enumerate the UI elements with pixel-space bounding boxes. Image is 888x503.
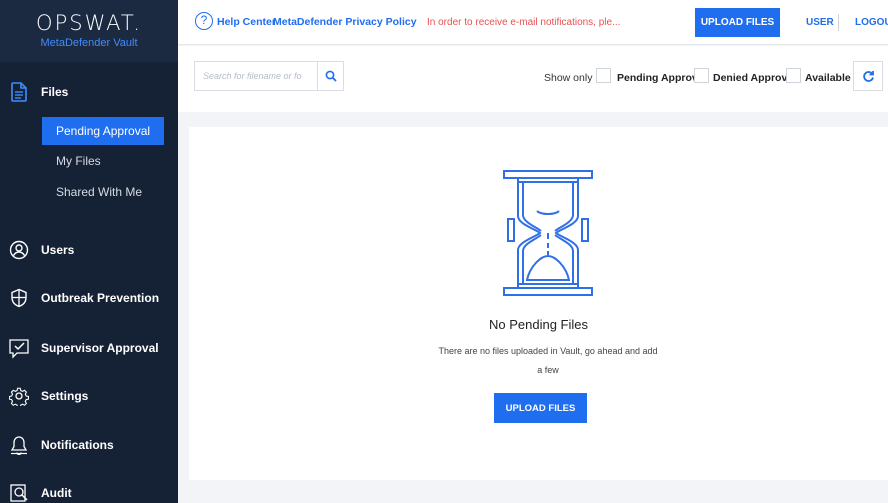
show-only-label: Show only <box>544 72 593 84</box>
help-center-link[interactable]: Help Center <box>217 16 276 28</box>
sidebar-item-label: Outbreak Prevention <box>41 291 160 305</box>
user-link[interactable]: USER <box>806 17 834 28</box>
empty-state-panel: No Pending Files There are no files uplo… <box>189 127 888 480</box>
sidebar-item-outbreak-prevention[interactable]: Outbreak Prevention <box>0 283 178 313</box>
sidebar-item-files[interactable]: Files <box>0 72 178 112</box>
sidebar-item-label: Audit <box>41 486 72 500</box>
header-divider <box>838 14 839 31</box>
bell-icon <box>8 434 30 456</box>
empty-state-title: No Pending Files <box>489 317 588 332</box>
help-icon[interactable]: ? <box>195 12 213 30</box>
filter-pending-approval-checkbox[interactable] <box>596 68 611 83</box>
sidebar-subitem-pending-approval[interactable]: Pending Approval <box>42 117 164 145</box>
files-toolbar: Show only Pending Approval Denied Approv… <box>178 46 888 112</box>
sidebar-item-users[interactable]: Users <box>0 235 178 265</box>
logout-link[interactable]: LOGOUT <box>855 17 888 28</box>
search-input[interactable] <box>195 62 317 90</box>
email-notification-notice[interactable]: In order to receive e-mail notifications… <box>427 17 620 28</box>
sidebar-item-label: Files <box>41 85 69 99</box>
top-header: ? Help Center MetaDefender Privacy Polic… <box>178 0 888 45</box>
upload-files-button[interactable]: UPLOAD FILES <box>695 8 780 37</box>
sidebar-item-audit[interactable]: Audit <box>0 478 178 503</box>
sidebar-item-settings[interactable]: Settings <box>0 381 178 411</box>
sidebar-item-label: Notifications <box>41 438 114 452</box>
brand-logo: OPSWAT. <box>36 11 142 35</box>
sidebar-item-notifications[interactable]: Notifications <box>0 430 178 460</box>
sidebar-item-label: Settings <box>41 389 89 403</box>
search-button[interactable] <box>317 62 343 90</box>
search-box <box>194 61 344 91</box>
sidebar-item-label: Supervisor Approval <box>41 341 159 355</box>
file-icon <box>8 81 30 103</box>
privacy-policy-link[interactable]: MetaDefender Privacy Policy <box>273 16 417 28</box>
shield-icon <box>8 287 30 309</box>
filter-denied-approval-checkbox[interactable] <box>694 68 709 83</box>
gear-icon <box>8 385 30 407</box>
sidebar-item-label: Users <box>41 243 75 257</box>
brand: OPSWAT. MetaDefender Vault <box>0 0 178 62</box>
audit-icon <box>8 482 30 503</box>
filter-denied-approval-label: Denied Approval <box>713 72 797 84</box>
refresh-icon <box>862 70 874 82</box>
upload-files-button[interactable]: UPLOAD FILES <box>494 393 587 423</box>
refresh-button[interactable] <box>853 61 883 91</box>
filter-available-checkbox[interactable] <box>786 68 801 83</box>
sidebar-subitem-my-files[interactable]: My Files <box>42 147 164 175</box>
sidebar: OPSWAT. MetaDefender Vault Files Pending… <box>0 0 178 503</box>
hourglass-icon <box>503 170 593 296</box>
empty-state-message: There are no files uploaded in Vault, go… <box>438 346 658 375</box>
users-icon <box>8 239 30 261</box>
product-name: MetaDefender Vault <box>40 37 138 49</box>
check-box-icon <box>8 337 30 359</box>
search-icon <box>325 70 337 82</box>
filter-available-label: Available <box>805 72 851 84</box>
sidebar-item-supervisor-approval[interactable]: Supervisor Approval <box>0 333 178 363</box>
sidebar-subitem-shared-with-me[interactable]: Shared With Me <box>42 178 164 206</box>
